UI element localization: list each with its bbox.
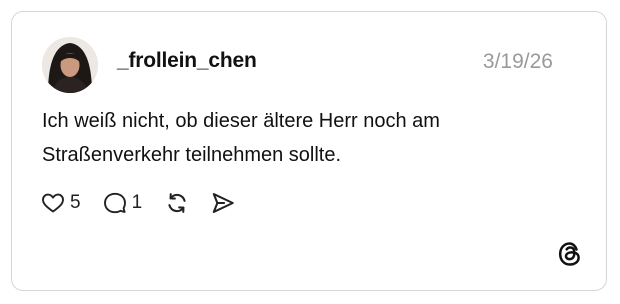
heart-icon — [42, 193, 64, 213]
share-button[interactable] — [210, 188, 236, 218]
avatar[interactable] — [42, 37, 98, 93]
post-card: _frollein_chen 3/19/26 Ich weiß nicht, o… — [11, 11, 607, 291]
post-text: Ich weiß nicht, ob dieser ältere Herr no… — [42, 110, 440, 166]
like-button[interactable]: 5 — [41, 188, 81, 218]
post-actions: 5 1 — [41, 188, 236, 218]
repost-button[interactable] — [164, 188, 190, 218]
threads-logo-icon[interactable] — [556, 240, 584, 268]
avatar-image — [42, 37, 98, 93]
like-count: 5 — [70, 192, 81, 213]
username[interactable]: _frollein_chen — [117, 49, 257, 73]
repost-icon — [168, 193, 186, 213]
speech-bubble-icon — [103, 192, 126, 214]
send-icon — [212, 193, 234, 213]
post-date[interactable]: 3/19/26 — [483, 50, 553, 74]
reply-button[interactable]: 1 — [103, 188, 143, 218]
reply-count: 1 — [131, 192, 143, 213]
